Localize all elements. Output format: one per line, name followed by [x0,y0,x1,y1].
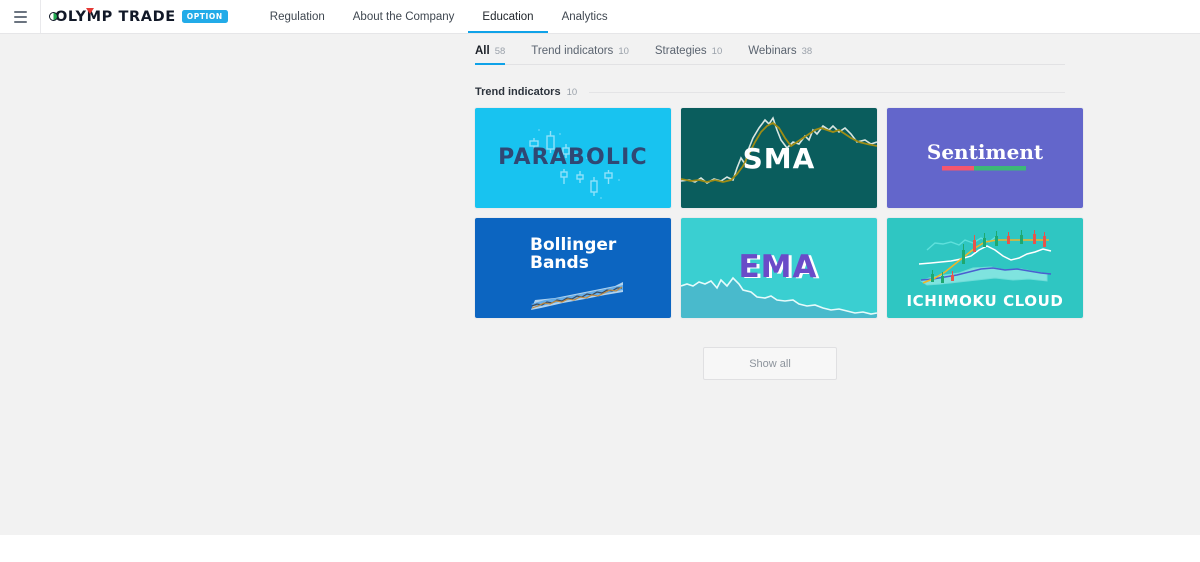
card-bollinger-bands[interactable]: Bollinger Bands Bollinger Bands Trend in… [475,218,671,318]
sma-artwork-icon: SMA [681,108,877,208]
logo-o-mark-icon [48,11,58,21]
card-thumbnail-sentiment: Sentiment [887,108,1083,208]
ema-artwork-icon: EMA EMA [681,218,877,318]
page-root: OLYMP TRADE OPTION Regulation About the … [0,0,1200,562]
parabolic-sar-artwork-icon: PARABOLIC [475,108,671,208]
card-thumbnail-ema: EMA EMA [681,218,877,318]
tab-strategies-count: 10 [711,46,723,57]
brand-logo-badge: OPTION [181,9,228,24]
hamburger-icon[interactable] [0,0,40,33]
tab-all-count: 58 [494,46,506,57]
tab-webinars-label: Webinars [748,45,797,57]
tab-strategies[interactable]: Strategies 10 [655,45,722,64]
nav-link-analytics[interactable]: Analytics [548,0,622,33]
svg-text:PARABOLIC: PARABOLIC [498,145,648,170]
tab-trend-indicators-label: Trend indicators [531,45,614,57]
svg-text:Sentiment: Sentiment [927,140,1044,164]
content-column: All 58 Trend indicators 10 Strategies 10… [475,34,1083,380]
card-ema[interactable]: EMA EMA EMA Trend indicator [681,218,877,318]
nav-link-regulation[interactable]: Regulation [256,0,339,33]
card-sma[interactable]: SMA SMA Trend indicator [681,108,877,208]
card-parabolic-sar[interactable]: PARABOLIC Parabolic SAR Trend indicator [475,108,671,208]
section-header: Trend indicators 10 [475,86,1065,98]
show-all-container: Show all [475,347,1065,380]
tab-webinars[interactable]: Webinars 38 [748,45,812,64]
svg-text:ICHIMOKU CLOUD: ICHIMOKU CLOUD [907,292,1064,310]
bollinger-bands-artwork-icon: Bollinger Bands [475,218,671,318]
nav-link-about-the-company[interactable]: About the Company [339,0,469,33]
card-thumbnail-ichimoku-cloud: ICHIMOKU CLOUD [887,218,1083,318]
card-thumbnail-parabolic-sar: PARABOLIC [475,108,671,208]
nav-link-education[interactable]: Education [468,0,548,33]
section-title: Trend indicators [475,86,561,98]
logo-accent-icon [86,7,94,14]
nav-links: Regulation About the Company Education A… [256,0,622,33]
ichimoku-cloud-artwork-icon: ICHIMOKU CLOUD [887,218,1083,318]
card-thumbnail-bollinger-bands: Bollinger Bands [475,218,671,318]
card-sentiment[interactable]: Sentiment Sentiment Trend indicator [887,108,1083,208]
sentiment-artwork-icon: Sentiment [887,108,1083,208]
tab-trend-indicators-count: 10 [618,46,629,57]
card-ichimoku-cloud[interactable]: ICHIMOKU CLOUD Ichimoku Cloud Trend indi… [887,218,1083,318]
show-all-button[interactable]: Show all [703,347,837,380]
svg-text:SMA: SMA [743,142,816,175]
card-grid: PARABOLIC Parabolic SAR Trend indicator [475,108,1083,318]
tab-all[interactable]: All 58 [475,45,506,65]
tab-strategies-label: Strategies [654,45,707,57]
filter-tabs: All 58 Trend indicators 10 Strategies 10… [475,34,1065,65]
nav-divider [40,0,41,33]
tab-trend-indicators[interactable]: Trend indicators 10 [531,45,629,64]
svg-text:EMA: EMA [738,249,817,285]
section-count: 10 [566,86,578,98]
top-navbar: OLYMP TRADE OPTION Regulation About the … [0,0,1200,33]
brand-logo-text: OLYMP TRADE [55,8,176,25]
tab-webinars-count: 38 [801,46,813,57]
brand-logo[interactable]: OLYMP TRADE OPTION [48,7,234,25]
tab-all-label: All [475,45,490,57]
section-divider [589,91,1065,93]
svg-text:Bollinger: Bollinger [530,235,617,255]
svg-text:Bands: Bands [530,253,589,273]
card-thumbnail-sma: SMA [681,108,877,208]
